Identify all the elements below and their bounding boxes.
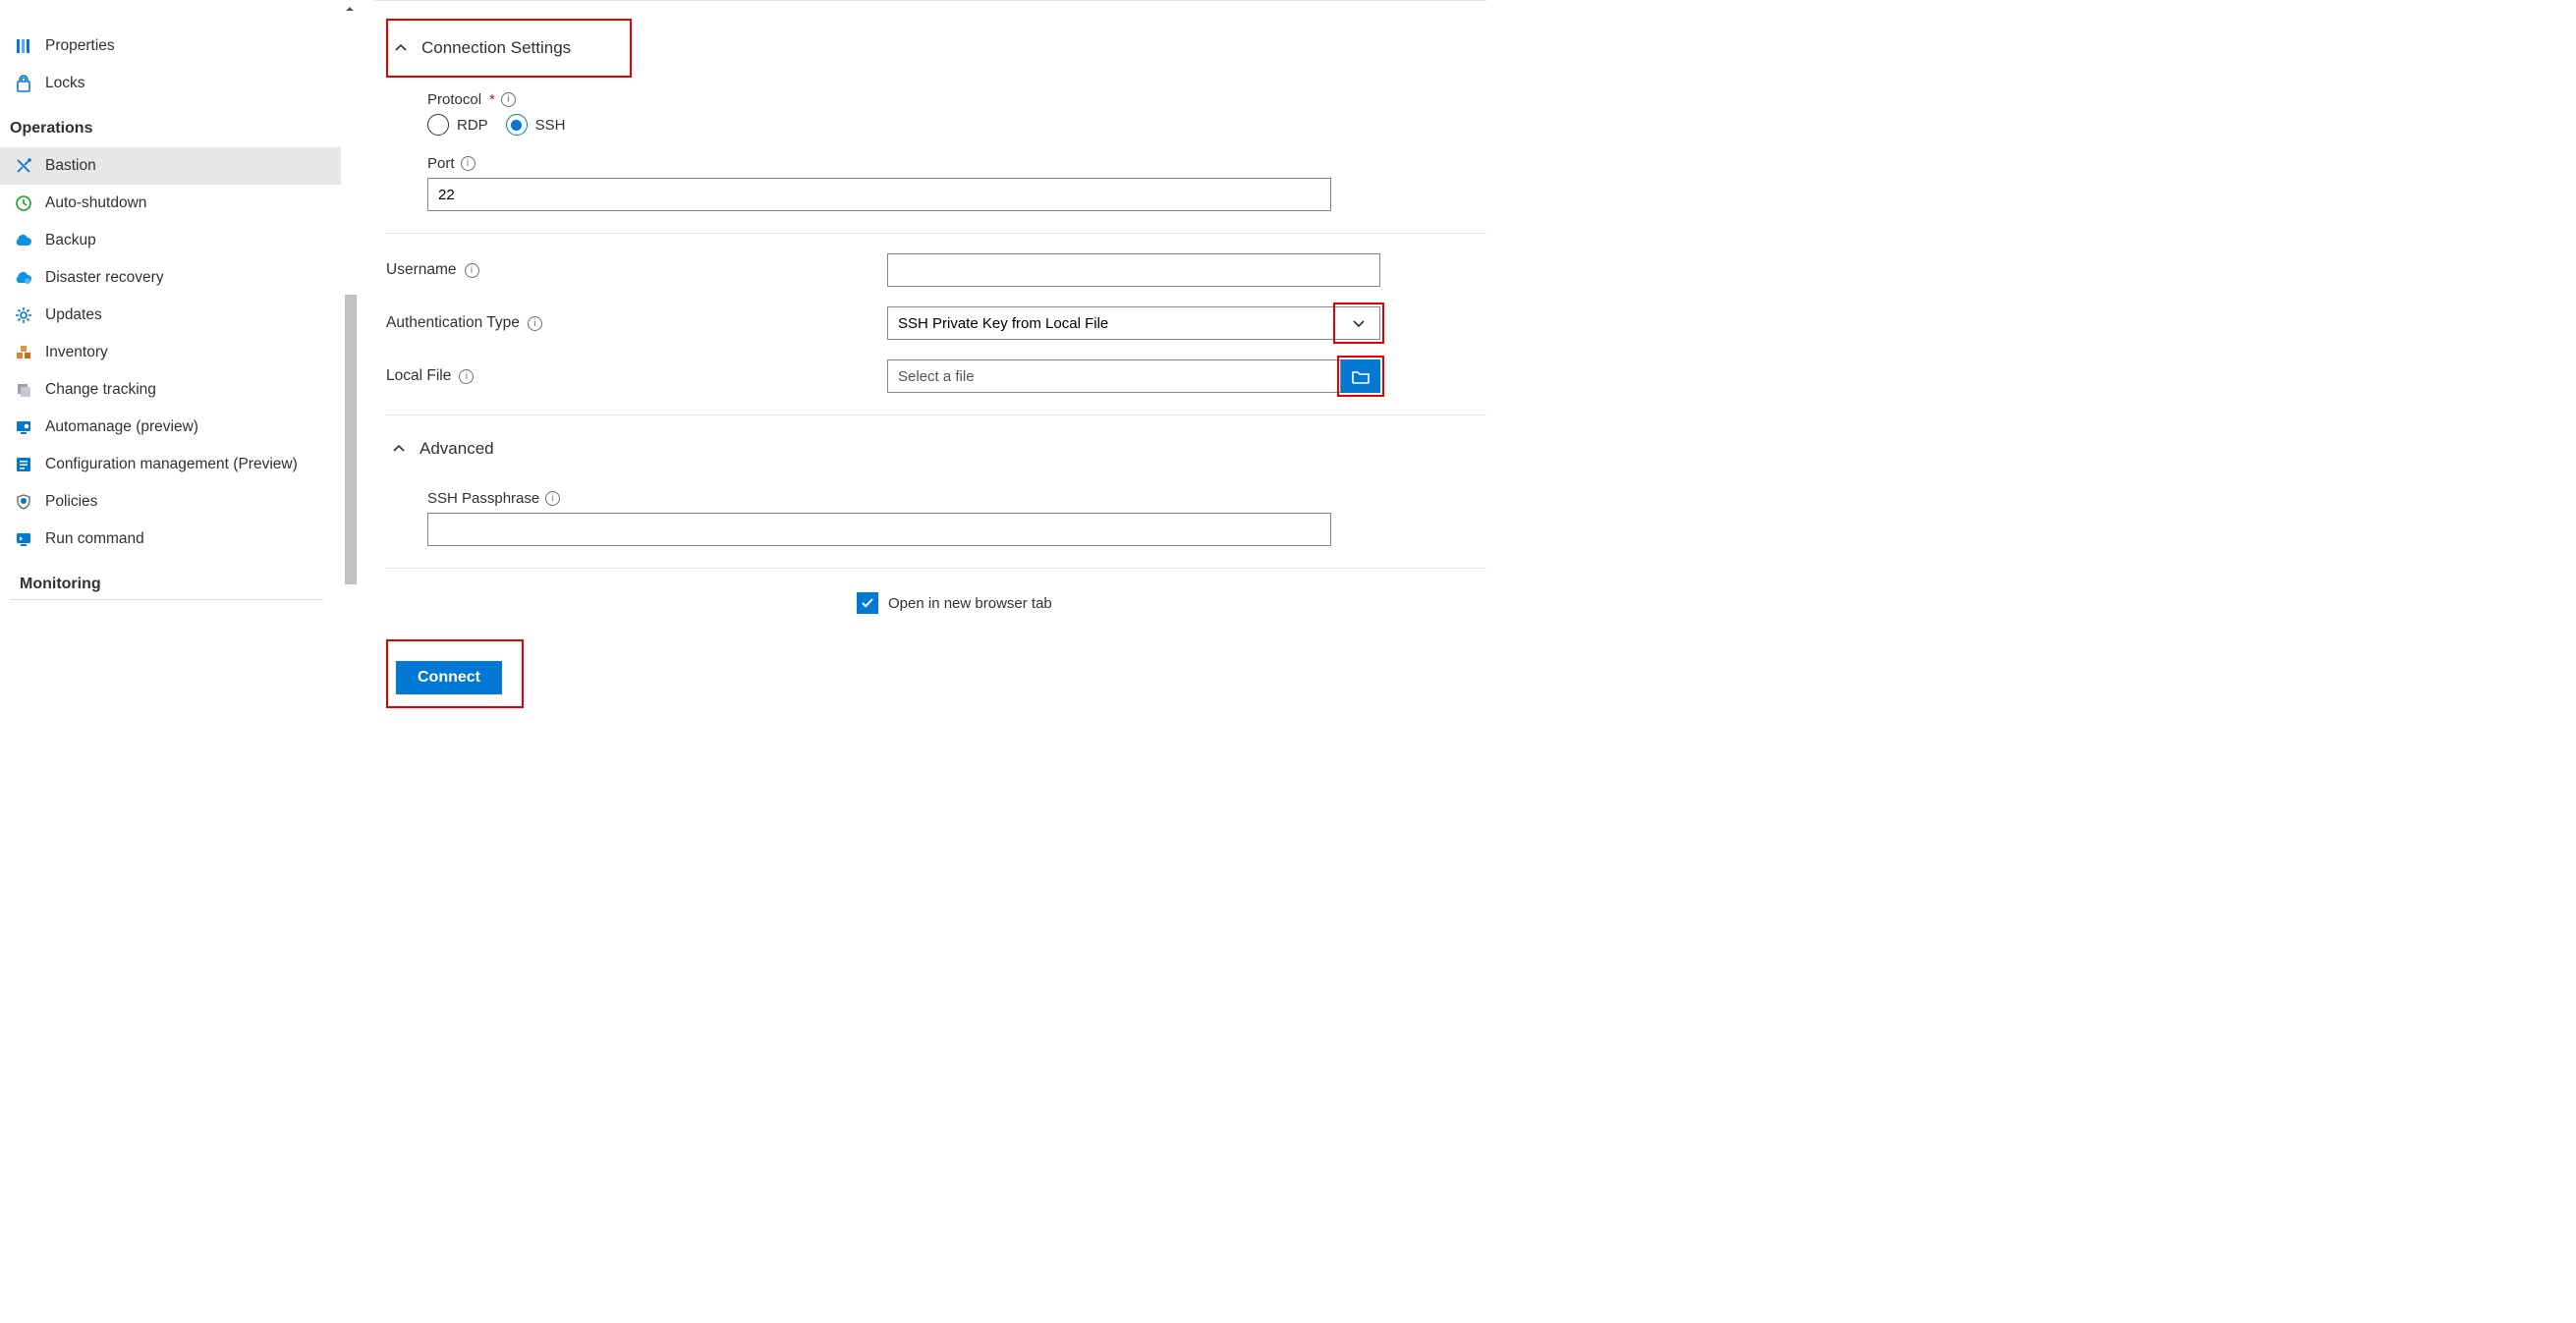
ssh-passphrase-label: SSH Passphrase i	[427, 490, 1486, 507]
sidebar-item-label: Locks	[45, 75, 85, 92]
connection-settings-header[interactable]: Connection Settings	[386, 19, 632, 78]
bastion-icon	[14, 156, 33, 176]
info-icon[interactable]: i	[461, 156, 476, 171]
sidebar-item-label: Configuration management (Preview)	[45, 456, 298, 473]
sidebar-item-label: Disaster recovery	[45, 269, 164, 287]
required-asterisk: *	[489, 91, 495, 108]
info-icon[interactable]: i	[465, 263, 479, 278]
sidebar-item-label: Run command	[45, 530, 144, 548]
sidebar-item-label: Change tracking	[45, 381, 156, 399]
sidebar-item-label: Automanage (preview)	[45, 418, 198, 436]
local-file-label: Local File i	[386, 367, 848, 385]
cloud-icon	[14, 231, 33, 250]
radio-label: RDP	[457, 117, 488, 134]
sidebar-item-automanage[interactable]: Automanage (preview)	[0, 409, 341, 446]
sidebar-item-auto-shutdown[interactable]: Auto-shutdown	[0, 185, 341, 222]
protocol-radio-group: RDP SSH	[427, 114, 1486, 136]
auth-type-dropdown-button[interactable]	[1337, 306, 1380, 340]
info-icon[interactable]: i	[528, 316, 542, 331]
sidebar-item-label: Auto-shutdown	[45, 194, 146, 212]
scrollbar-thumb[interactable]	[345, 295, 357, 584]
sidebar-section-operations: Operations	[0, 102, 341, 147]
ssh-passphrase-input[interactable]	[427, 513, 1331, 546]
section-title: Connection Settings	[421, 38, 571, 58]
info-icon[interactable]: i	[459, 369, 474, 384]
properties-icon	[14, 36, 33, 56]
divider	[374, 0, 1486, 1]
sidebar-item-change-tracking[interactable]: Change tracking	[0, 371, 341, 409]
advanced-header[interactable]: Advanced	[386, 421, 1486, 476]
info-icon[interactable]: i	[501, 92, 516, 107]
layers-icon	[14, 380, 33, 400]
terminal-icon	[14, 529, 33, 549]
sidebar-item-backup[interactable]: Backup	[0, 222, 341, 259]
protocol-ssh-radio[interactable]: SSH	[506, 114, 566, 136]
sidebar-item-label: Inventory	[45, 344, 108, 361]
local-file-input[interactable]	[887, 359, 1341, 393]
sidebar-item-label: Policies	[45, 493, 97, 511]
folder-icon	[1351, 367, 1371, 385]
port-label: Port i	[427, 155, 1486, 172]
info-icon[interactable]: i	[545, 491, 560, 506]
clock-icon	[14, 193, 33, 213]
protocol-label: Protocol * i	[427, 91, 1486, 108]
checkbox-label: Open in new browser tab	[888, 595, 1052, 612]
boxes-icon	[14, 343, 33, 362]
sidebar-item-label: Backup	[45, 232, 96, 249]
shield-check-icon	[14, 492, 33, 512]
radio-label: SSH	[535, 117, 566, 134]
connect-button[interactable]: Connect	[396, 661, 502, 694]
sidebar-item-config-mgmt[interactable]: Configuration management (Preview)	[0, 446, 341, 483]
gear-icon	[14, 305, 33, 325]
port-input[interactable]	[427, 178, 1331, 211]
list-check-icon	[14, 455, 33, 474]
sidebar-item-bastion[interactable]: Bastion	[0, 147, 341, 185]
sidebar-item-updates[interactable]: Updates	[0, 297, 341, 334]
protocol-rdp-radio[interactable]: RDP	[427, 114, 488, 136]
divider	[386, 414, 1486, 415]
checkbox-checked-icon	[857, 592, 878, 614]
divider	[386, 568, 1486, 569]
sidebar-item-policies[interactable]: Policies	[0, 483, 341, 521]
sidebar: Properties Locks Operations Bastion Auto…	[0, 0, 341, 770]
sidebar-item-label: Bastion	[45, 157, 96, 175]
auth-type-label: Authentication Type i	[386, 314, 848, 332]
section-title: Advanced	[420, 439, 494, 459]
sidebar-item-properties[interactable]: Properties	[0, 28, 341, 65]
sidebar-item-label: Updates	[45, 306, 102, 324]
main-content: Connection Settings Protocol * i RDP SSH…	[363, 0, 1498, 770]
chevron-up-icon	[394, 41, 408, 55]
open-new-tab-checkbox[interactable]: Open in new browser tab	[857, 592, 1486, 614]
sidebar-scrollbar[interactable]	[341, 0, 363, 770]
sidebar-section-monitoring: Monitoring	[10, 558, 323, 600]
browse-file-button[interactable]	[1341, 359, 1380, 393]
sidebar-item-inventory[interactable]: Inventory	[0, 334, 341, 371]
auth-type-select[interactable]	[887, 306, 1380, 340]
connect-area-highlight: Connect	[386, 639, 524, 708]
sidebar-item-disaster-recovery[interactable]: Disaster recovery	[0, 259, 341, 297]
sidebar-item-label: Properties	[45, 37, 115, 55]
chevron-up-icon	[392, 442, 406, 456]
divider	[386, 233, 1486, 234]
username-label: Username i	[386, 261, 848, 279]
lock-icon	[14, 74, 33, 93]
chevron-down-icon	[1352, 316, 1366, 330]
username-input[interactable]	[887, 253, 1380, 287]
sidebar-item-run-command[interactable]: Run command	[0, 521, 341, 558]
sidebar-item-locks[interactable]: Locks	[0, 65, 341, 102]
screen-gear-icon	[14, 417, 33, 437]
cloud-sync-icon	[14, 268, 33, 288]
scroll-up-arrow-icon[interactable]	[344, 2, 358, 16]
